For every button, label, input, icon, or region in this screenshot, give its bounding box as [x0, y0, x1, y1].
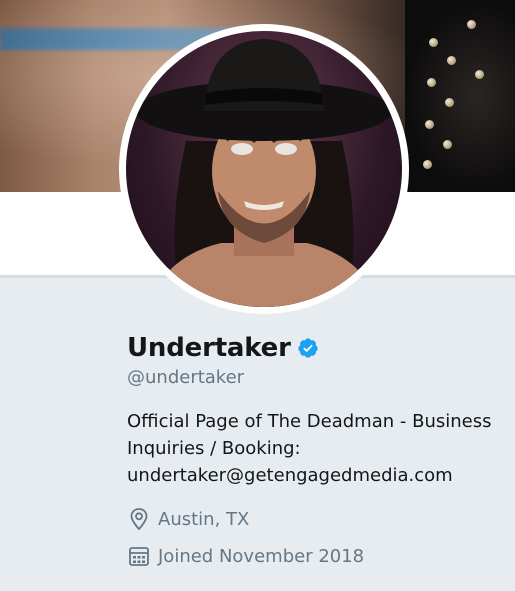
profile-name[interactable]: Undertaker: [127, 333, 291, 363]
profile-avatar[interactable]: [119, 24, 409, 314]
map-pin-icon: [130, 508, 148, 531]
calendar-icon: [129, 547, 149, 566]
profile-location: Austin, TX: [128, 507, 249, 531]
profile-name-row: Undertaker: [127, 328, 319, 368]
location-text: Austin, TX: [158, 508, 250, 530]
verified-badge-icon: [298, 338, 318, 358]
bio-line: Official Page of The Deadman - Business: [127, 411, 492, 432]
banner-studded-jacket: [405, 0, 515, 192]
jacket-stud: [443, 140, 452, 149]
profile-handle[interactable]: @undertaker: [127, 367, 244, 388]
jacket-stud: [427, 78, 436, 87]
jacket-stud: [475, 70, 484, 79]
jacket-stud: [467, 20, 476, 29]
jacket-stud: [423, 160, 432, 169]
joined-text: Joined November 2018: [158, 545, 365, 567]
profile-joined: Joined November 2018: [128, 545, 364, 567]
bio-line: Inquiries / Booking:: [127, 438, 301, 459]
avatar-portrait-illustration: [136, 39, 392, 307]
avatar-photo: [126, 31, 402, 307]
profile-bio: Official Page of The Deadman - Business …: [127, 408, 502, 489]
jacket-stud: [425, 120, 434, 129]
jacket-stud: [429, 38, 438, 47]
bio-email-line: undertaker@getengagedmedia.com: [127, 465, 453, 486]
jacket-stud: [445, 98, 454, 107]
jacket-stud: [447, 56, 456, 65]
